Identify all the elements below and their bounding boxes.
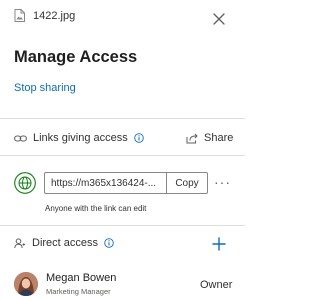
- person-name: Megan Bowen: [46, 272, 117, 284]
- permission-label: Owner: [200, 279, 233, 291]
- person-role: Marketing Manager: [46, 287, 111, 296]
- link-icon: [14, 134, 27, 142]
- link-url-input[interactable]: https://m365x136424-...: [45, 173, 166, 193]
- divider: [0, 118, 245, 119]
- add-people-icon[interactable]: [212, 237, 226, 251]
- info-icon[interactable]: [134, 133, 144, 143]
- copy-button[interactable]: Copy: [166, 173, 207, 193]
- links-section-heading: Links giving access: [33, 132, 128, 144]
- people-icon: [14, 237, 25, 248]
- share-button[interactable]: Share: [186, 132, 233, 144]
- share-label: Share: [204, 132, 234, 144]
- link-field: https://m365x136424-... Copy: [44, 172, 208, 194]
- image-file-icon: [14, 9, 25, 22]
- direct-section-heading: Direct access: [32, 237, 99, 249]
- close-icon[interactable]: [212, 12, 226, 26]
- direct-section-header: Direct access: [14, 237, 114, 249]
- divider: [0, 155, 245, 156]
- more-options-icon[interactable]: ···: [214, 175, 231, 189]
- info-icon[interactable]: [104, 238, 114, 248]
- link-permission-caption: Anyone with the link can edit: [45, 204, 147, 213]
- stop-sharing-link[interactable]: Stop sharing: [14, 81, 76, 95]
- file-name: 1422.jpg: [33, 10, 76, 22]
- links-section-header: Links giving access: [14, 132, 144, 144]
- divider: [0, 225, 245, 226]
- avatar[interactable]: [14, 272, 38, 296]
- avatar-portrait-icon: [14, 272, 38, 296]
- share-icon: [186, 133, 198, 143]
- globe-icon[interactable]: [14, 172, 36, 194]
- panel-title: Manage Access: [14, 48, 138, 66]
